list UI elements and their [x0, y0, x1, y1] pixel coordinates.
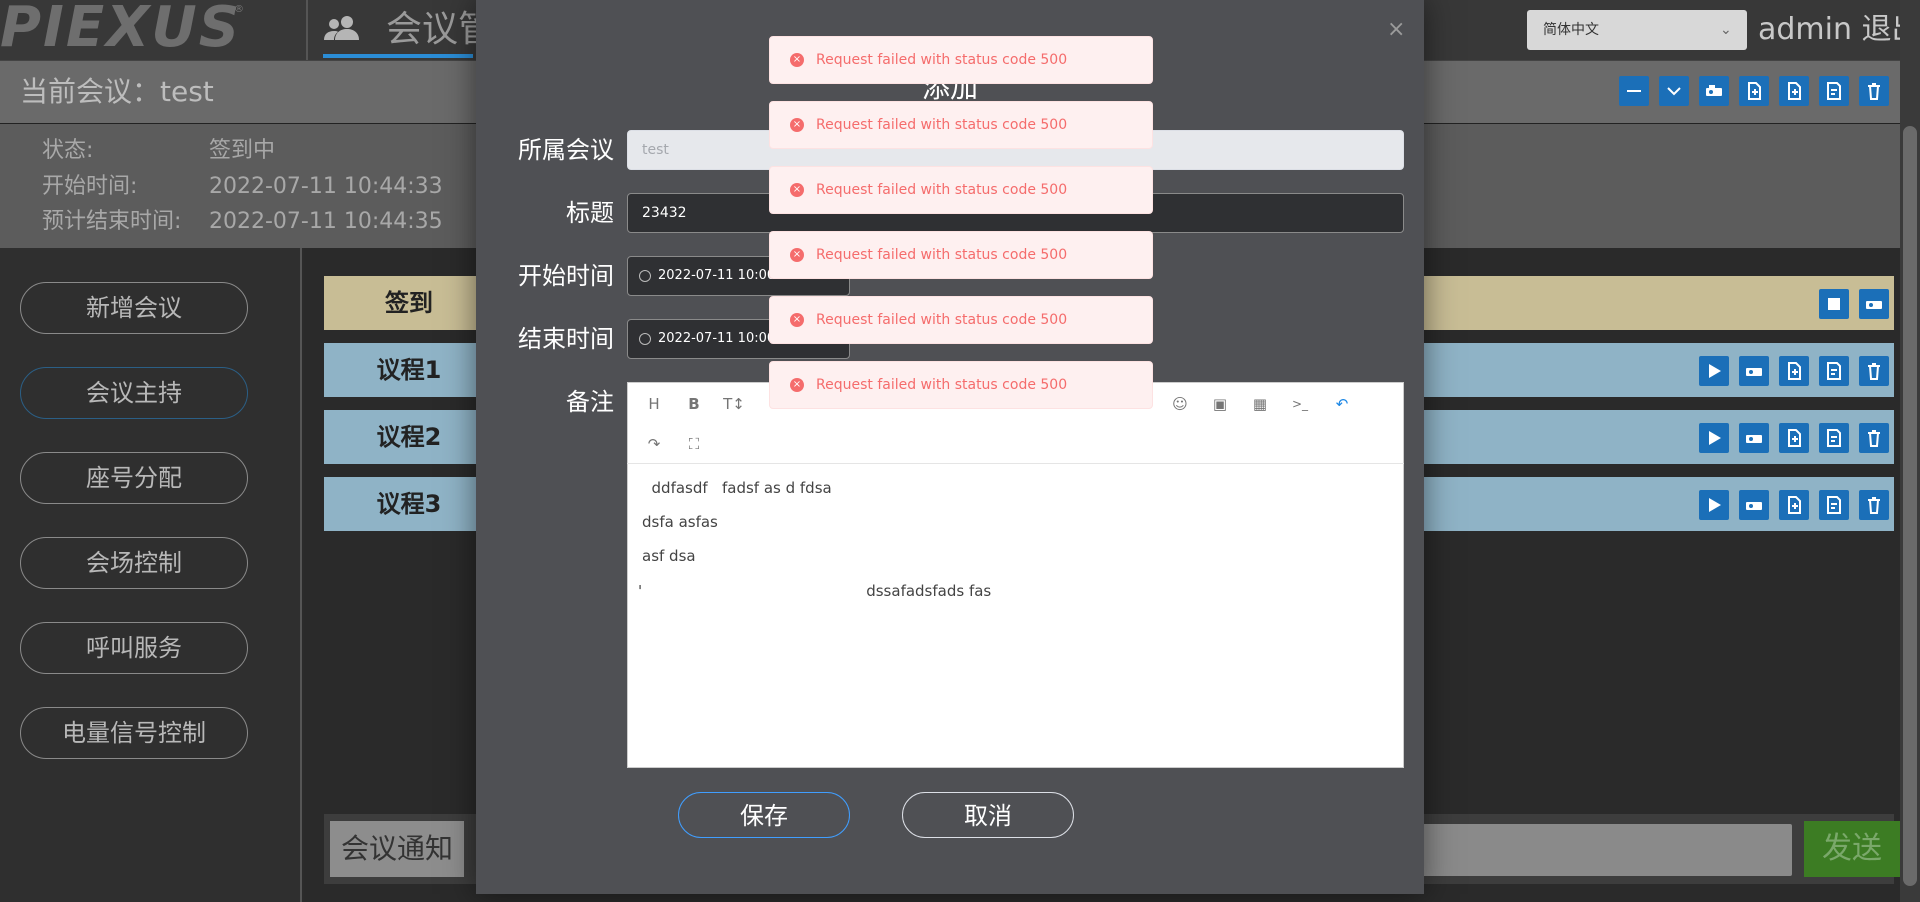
projector-button[interactable] — [1739, 356, 1769, 386]
bold-icon[interactable]: B — [682, 392, 706, 416]
chevron-down-icon: ⌄ — [1720, 22, 1732, 38]
end-time-label: 结束时间 — [518, 325, 614, 353]
sidebar-item-add-meeting[interactable]: 新增会议 — [20, 282, 248, 334]
title-label: 标题 — [566, 199, 614, 227]
delete-button[interactable] — [1859, 490, 1889, 520]
nav-divider — [306, 0, 308, 60]
delete-button[interactable] — [1859, 76, 1889, 106]
editor-text-line: asf dsa — [642, 547, 696, 565]
save-button[interactable]: 保存 — [678, 792, 850, 838]
end-time-value: 2022-07-11 10:44:35 — [209, 209, 443, 234]
conference-label: 所属会议 — [518, 136, 614, 164]
new-file-button[interactable] — [1779, 76, 1809, 106]
language-select[interactable]: 简体中文 — [1527, 10, 1747, 50]
users-icon[interactable] — [323, 14, 363, 42]
error-message: Request failed with status code 500 — [816, 377, 1068, 393]
agenda-label: 签到 — [385, 289, 433, 317]
start-time-label: 开始时间: — [42, 174, 138, 199]
error-icon: × — [790, 313, 804, 327]
add-file-button[interactable] — [1779, 490, 1809, 520]
heading-icon[interactable]: H — [642, 392, 666, 416]
edit-button[interactable] — [1819, 76, 1849, 106]
scrollbar-thumb[interactable] — [1903, 126, 1917, 886]
edit-button[interactable] — [1819, 490, 1849, 520]
chevron-down-button[interactable] — [1659, 76, 1689, 106]
editor-text-line: ' dssafadsfads fas — [638, 582, 992, 600]
collapse-button[interactable] — [1619, 76, 1649, 106]
delete-button[interactable] — [1859, 356, 1889, 386]
projector-button[interactable] — [1739, 423, 1769, 453]
notice-input[interactable] — [1420, 824, 1792, 876]
editor-text-line: ddfasdf fadsf as d fdsa — [642, 479, 832, 497]
edit-button[interactable] — [1819, 423, 1849, 453]
undo-icon[interactable]: ↶ — [1330, 392, 1354, 416]
add-file-button[interactable] — [1779, 356, 1809, 386]
sidebar-item-call-service[interactable]: 呼叫服务 — [20, 622, 248, 674]
error-message: Request failed with status code 500 — [816, 312, 1068, 328]
emoji-icon[interactable]: ☺ — [1168, 392, 1192, 416]
font-size-icon[interactable]: T↕ — [722, 392, 746, 416]
status-label: 状态: — [42, 138, 94, 163]
code-icon[interactable]: >_ — [1288, 392, 1312, 416]
clock-icon — [639, 270, 651, 282]
projector-button[interactable] — [1859, 289, 1889, 319]
notice-label: 会议通知 — [330, 821, 464, 877]
close-icon[interactable]: × — [1387, 18, 1405, 42]
stop-button[interactable] — [1819, 289, 1849, 319]
error-message: Request failed with status code 500 — [816, 117, 1068, 133]
start-time-value: 2022-07-11 10:44:33 — [209, 174, 443, 199]
redo-icon[interactable]: ↷ — [642, 432, 666, 456]
play-button[interactable] — [1699, 356, 1729, 386]
error-icon: × — [790, 248, 804, 262]
nav-active-underline — [323, 54, 473, 58]
sidebar-item-seat-assignment[interactable]: 座号分配 — [20, 452, 248, 504]
user-logout[interactable]: admin 退出 — [1758, 10, 1920, 50]
error-message: Request failed with status code 500 — [816, 247, 1068, 263]
image-icon[interactable]: ▣ — [1208, 392, 1232, 416]
sidebar-item-power-signal-control[interactable]: 电量信号控制 — [20, 707, 248, 759]
status-value: 签到中 — [209, 138, 276, 163]
table-icon[interactable]: ▦ — [1248, 392, 1272, 416]
start-time-label: 开始时间 — [518, 262, 614, 290]
play-button[interactable] — [1699, 423, 1729, 453]
error-message: Request failed with status code 500 — [816, 182, 1068, 198]
play-button[interactable] — [1699, 490, 1729, 520]
cancel-button[interactable]: 取消 — [902, 792, 1074, 838]
end-time-label: 预计结束时间: — [42, 209, 182, 234]
sidebar-item-meeting-host[interactable]: 会议主持 — [20, 367, 248, 419]
add-file-button[interactable] — [1739, 76, 1769, 106]
remark-label: 备注 — [566, 388, 614, 416]
add-file-button[interactable] — [1779, 423, 1809, 453]
logo: PIEXUS — [0, 0, 242, 60]
error-icon: × — [790, 118, 804, 132]
send-button[interactable]: 发送 — [1804, 821, 1900, 877]
agenda-label: 议程2 — [376, 423, 442, 451]
error-message: Request failed with status code 500 — [816, 52, 1068, 68]
delete-button[interactable] — [1859, 423, 1889, 453]
error-icon: × — [790, 53, 804, 67]
error-icon: × — [790, 183, 804, 197]
projector-button[interactable] — [1739, 490, 1769, 520]
logo-registered-mark: ® — [234, 4, 244, 15]
clock-icon — [639, 333, 651, 345]
agenda-label: 议程3 — [376, 490, 442, 518]
fullscreen-icon[interactable]: ⛶ — [682, 432, 706, 456]
current-conference-title: 当前会议：test — [20, 75, 214, 108]
sidebar-item-venue-control[interactable]: 会场控制 — [20, 537, 248, 589]
agenda-label: 议程1 — [376, 356, 442, 384]
projector-button[interactable] — [1699, 76, 1729, 106]
editor-text-line: dsfa asfas — [642, 513, 718, 531]
error-icon: × — [790, 378, 804, 392]
edit-button[interactable] — [1819, 356, 1849, 386]
